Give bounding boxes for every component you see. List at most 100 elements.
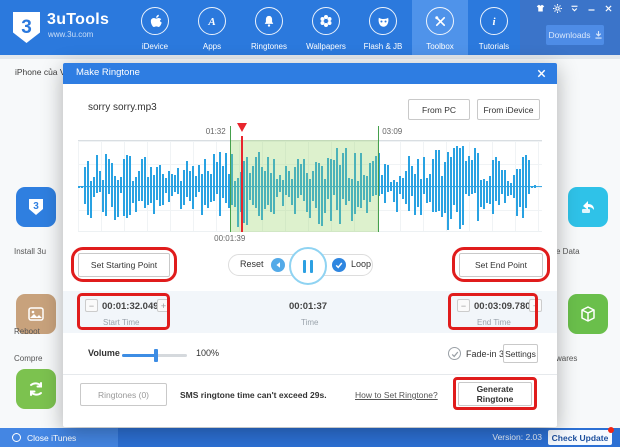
nav-ringtones-label: Ringtones [241, 42, 297, 51]
how-to-set-ringtone-link[interactable]: How to Set Ringtone? [355, 390, 438, 400]
app-logo: 3 [13, 12, 40, 43]
restore-data-label: e Data [556, 247, 580, 256]
current-time-value: 00:01:37 [289, 301, 327, 312]
nav-wallpapers-label: Wallpapers [298, 42, 354, 51]
start-time-label: Start Time [103, 318, 139, 327]
volume-slider[interactable] [122, 354, 187, 357]
start-time-value: 00:01:32.049 [102, 301, 159, 312]
apps-icon: A [198, 7, 226, 35]
waveform-time-labels: 01:32 03:09 [78, 126, 542, 140]
info-icon: i [480, 7, 508, 35]
theme-icon[interactable] [535, 3, 545, 13]
reset-button[interactable]: Reset [240, 259, 264, 269]
fade-in-check-icon[interactable] [448, 347, 461, 360]
end-time-marker-label: 03:09 [382, 127, 402, 136]
dialog-close-icon[interactable] [536, 68, 547, 79]
settings-button[interactable]: Settings [503, 344, 538, 363]
download-arrow-icon [595, 31, 602, 39]
audio-filename: sorry sorry.mp3 [88, 102, 157, 113]
loop-check-icon[interactable] [332, 258, 346, 272]
from-pc-button[interactable]: From PC [408, 99, 470, 120]
brand-site: www.3u.com [48, 30, 93, 39]
dialog-title: Make Ringtone [76, 67, 140, 78]
itunes-circle-icon [12, 433, 21, 442]
brand-name: 3uTools [47, 11, 109, 29]
footer-divider [63, 374, 557, 375]
pause-button[interactable] [289, 247, 327, 285]
flower-icon [312, 7, 340, 35]
check-update-label: Check Update [552, 433, 609, 443]
status-bar: Close iTunes Version: 2.03 Check Update [0, 428, 620, 447]
title-bar: 3 3uTools www.3u.com iDevice A Apps Ring… [0, 0, 620, 55]
loop-label[interactable]: Loop [351, 259, 371, 269]
restore-data-tile[interactable] [568, 187, 608, 227]
check-update-button[interactable]: Check Update [548, 430, 612, 445]
start-time-minus-stepper[interactable]: − [85, 299, 98, 312]
downloads-button[interactable]: Downloads [546, 25, 604, 45]
window-controls [535, 3, 613, 13]
install-3u-label: Install 3u [14, 247, 46, 256]
end-time-plus-stepper[interactable]: + [529, 299, 542, 312]
nav-idevice-label: iDevice [127, 42, 183, 51]
volume-slider-handle[interactable] [154, 349, 158, 362]
reboot-label: Reboot [14, 327, 40, 336]
set-end-point-button[interactable]: Set End Point [459, 253, 543, 277]
install-3u-tile[interactable]: 3 [16, 187, 56, 227]
nav-toolbox-label: Toolbox [412, 42, 468, 51]
dialog-header[interactable]: Make Ringtone [63, 63, 557, 84]
update-notification-dot [608, 427, 614, 433]
volume-label: Volume [88, 348, 120, 358]
start-time-plus-stepper[interactable]: + [157, 299, 170, 312]
end-time-minus-stepper[interactable]: − [457, 299, 470, 312]
version-text: Version: 2.03 [492, 432, 542, 442]
mask-icon [369, 7, 397, 35]
sms-limit-note: SMS ringtone time can't exceed 29s. [180, 390, 327, 400]
nav-flashjb-label: Flash & JB [355, 42, 411, 51]
firmwares-label: wares [556, 354, 577, 363]
make-ringtone-dialog: Make Ringtone sorry sorry.mp3 From PC Fr… [63, 63, 557, 427]
nav-toolbox[interactable]: Toolbox [412, 0, 468, 55]
toolbox-icon [426, 7, 454, 35]
close-icon[interactable] [603, 3, 613, 13]
current-time-label: Time [301, 318, 318, 327]
collapse-icon[interactable] [569, 3, 579, 13]
bell-icon [255, 7, 283, 35]
volume-value: 100% [196, 348, 219, 358]
nav-tutorials-label: Tutorials [466, 42, 522, 51]
svg-text:3: 3 [33, 201, 39, 212]
nav-apps[interactable]: A Apps [184, 0, 240, 55]
generate-ringtone-button[interactable]: Generate Ringtone [458, 382, 532, 406]
svg-text:i: i [492, 16, 496, 28]
nav-apps-label: Apps [184, 42, 240, 51]
set-starting-point-button[interactable]: Set Starting Point [78, 253, 170, 277]
minimize-icon[interactable] [586, 3, 596, 13]
start-marker-line[interactable] [230, 126, 231, 232]
nav-wallpapers[interactable]: Wallpapers [298, 0, 354, 55]
firmwares-tile[interactable] [568, 294, 608, 334]
volume-slider-fill [122, 354, 156, 357]
selection-region[interactable] [230, 140, 378, 232]
close-itunes-label: Close iTunes [27, 433, 76, 443]
playhead-line[interactable] [241, 136, 243, 232]
settings-gear-icon[interactable] [552, 3, 562, 13]
nav-tutorials[interactable]: i Tutorials [466, 0, 522, 55]
end-time-label: End Time [477, 318, 511, 327]
apple-icon [141, 7, 169, 35]
waveform[interactable]: 01:32 03:09 00:01:39 [78, 126, 542, 246]
current-position-label: 00:01:39 [214, 234, 245, 243]
start-time-marker-label: 01:32 [206, 127, 226, 136]
end-marker-line[interactable] [378, 126, 379, 232]
time-summary-bar: − 00:01:32.049 + Start Time 00:01:37 Tim… [63, 291, 557, 333]
nav-idevice[interactable]: iDevice [127, 0, 183, 55]
nav-ringtones[interactable]: Ringtones [241, 0, 297, 55]
reset-icon[interactable] [271, 258, 285, 272]
reboot-tile[interactable] [16, 369, 56, 409]
from-idevice-button[interactable]: From iDevice [477, 99, 540, 120]
nav-flashjb[interactable]: Flash & JB [355, 0, 411, 55]
end-time-value: 00:03:09.780 [474, 301, 531, 312]
playhead-handle[interactable] [237, 123, 247, 132]
downloads-label: Downloads [548, 30, 590, 40]
close-itunes-button[interactable]: Close iTunes [0, 428, 118, 447]
compress-label: Compre [14, 354, 42, 363]
ringtones-count-button[interactable]: Ringtones (0) [80, 383, 167, 406]
